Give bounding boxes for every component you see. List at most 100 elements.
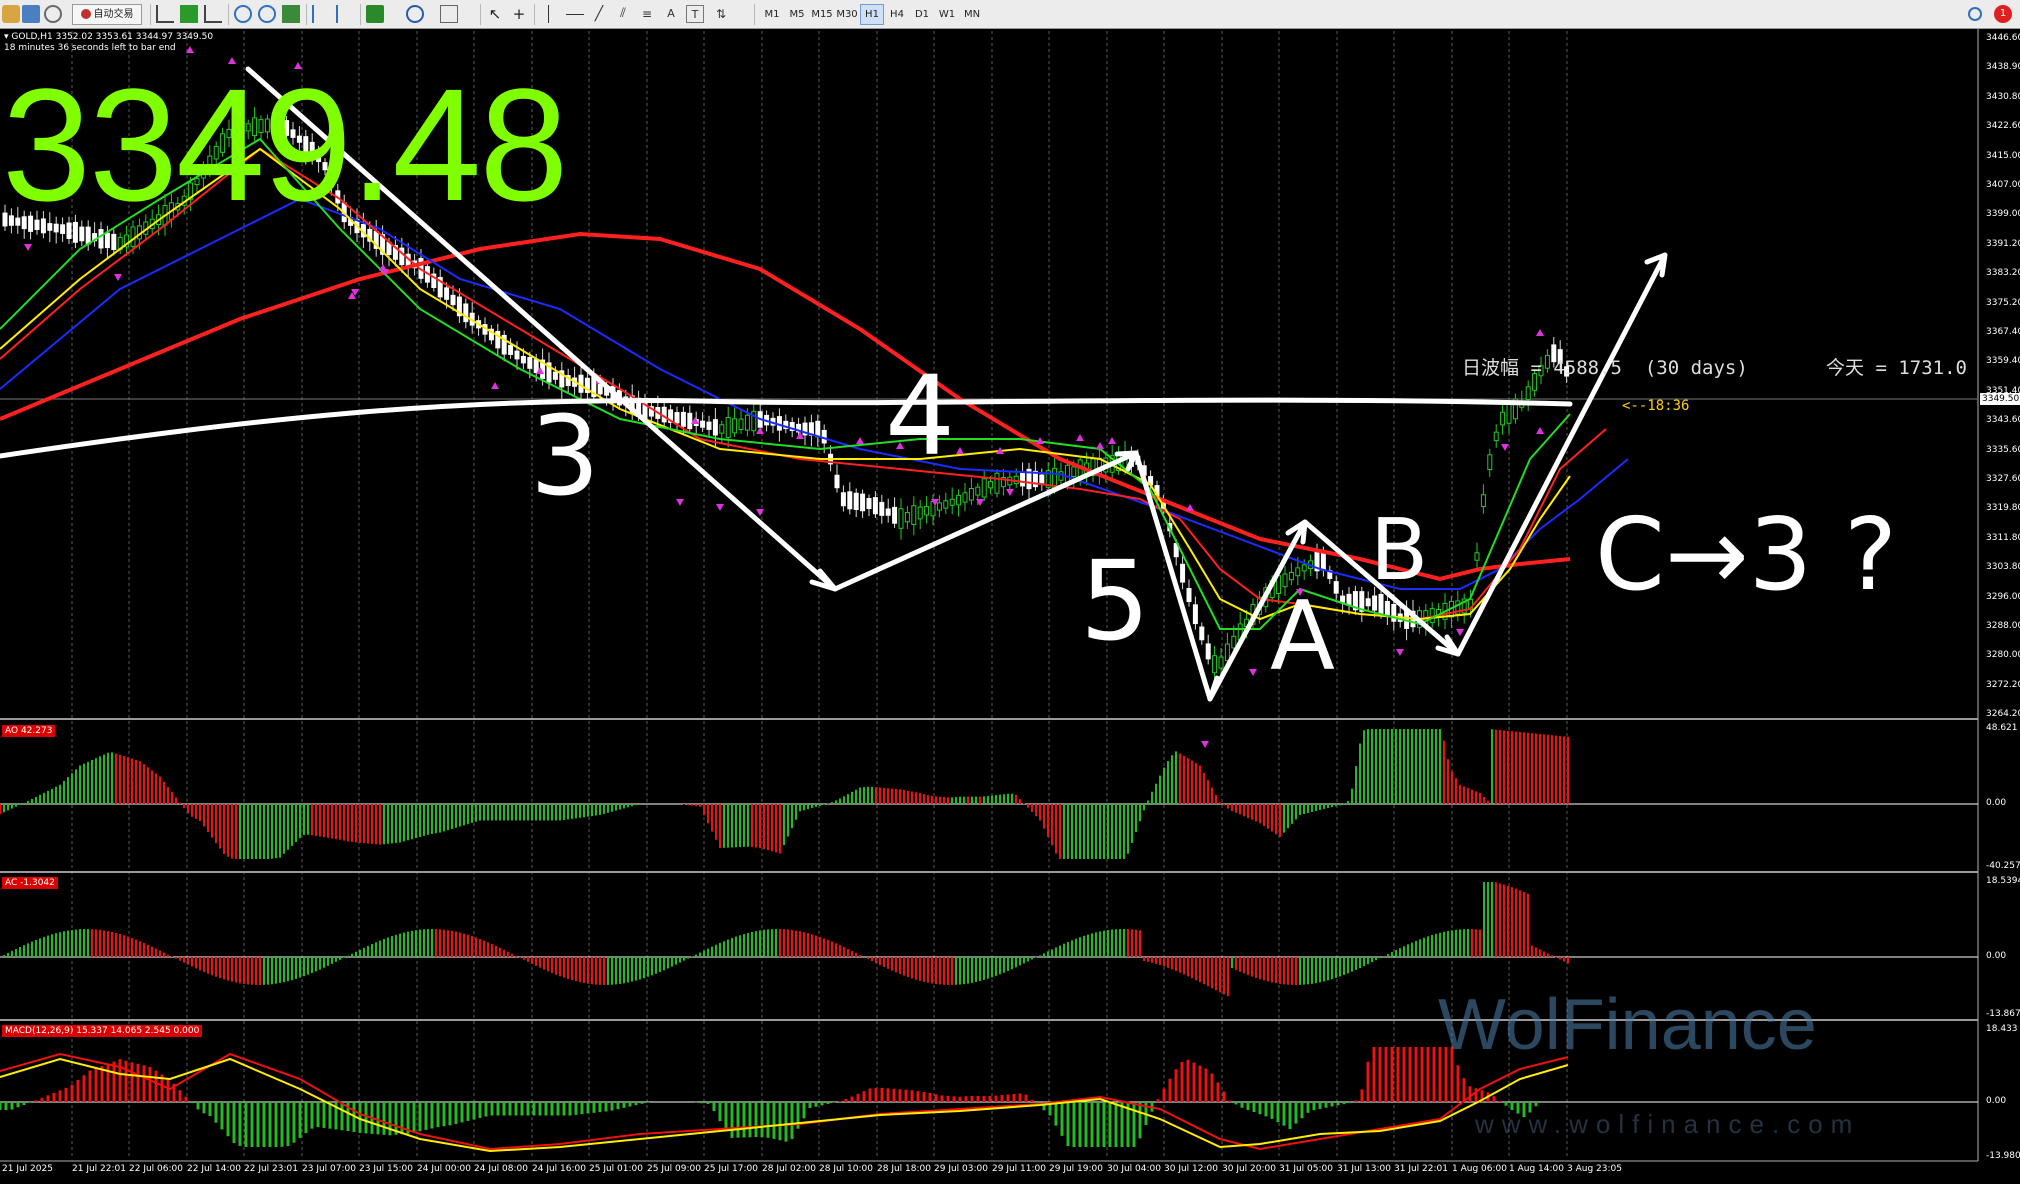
candle-body	[956, 494, 962, 506]
chart-shift-icon[interactable]	[312, 5, 330, 23]
horizontal-line-icon[interactable]	[566, 14, 584, 16]
templates-icon[interactable]	[440, 5, 458, 23]
timeframe-h1-button[interactable]: H1	[860, 4, 884, 25]
macd-indicator-label: MACD(12,26,9) 15.337 14.065 2.545 0.000	[2, 1025, 203, 1037]
arrows-icon[interactable]: ⇅	[712, 5, 730, 23]
macd-axis-label: 0.00	[1986, 1096, 2007, 1106]
timeframe-m15-button[interactable]: M15	[810, 4, 834, 25]
candle-body	[680, 411, 686, 427]
fractal-down-icon	[1501, 444, 1509, 451]
auto-scroll-icon[interactable]	[336, 5, 354, 23]
price-tick-label: 3430.80	[1986, 91, 2020, 102]
candle-body	[949, 498, 955, 506]
candle-body	[994, 472, 1000, 494]
price-tick-label: 3319.80	[1986, 503, 2020, 514]
profiles-icon[interactable]	[22, 5, 40, 23]
fractal-up-icon	[1108, 437, 1116, 444]
wave-3-label: 3	[530, 392, 600, 520]
tile-windows-icon[interactable]	[282, 5, 300, 23]
timeframe-w1-button[interactable]: W1	[935, 4, 959, 25]
time-tick-label: 22 Jul 14:00	[187, 1164, 241, 1174]
bar-chart-icon[interactable]	[156, 5, 174, 23]
candle-body	[661, 406, 667, 423]
time-tick-label: 1 Aug 06:00	[1452, 1164, 1507, 1174]
timeframe-m30-button[interactable]: M30	[835, 4, 859, 25]
timeframe-m1-button[interactable]: M1	[760, 4, 784, 25]
timeframe-h4-button[interactable]: H4	[885, 4, 909, 25]
search-icon[interactable]	[1968, 7, 1982, 21]
candle-body	[892, 506, 898, 524]
vertical-line-icon[interactable]	[548, 5, 550, 23]
fractal-down-icon	[716, 504, 724, 511]
market-watch-icon[interactable]	[44, 5, 62, 23]
fractal-down-icon	[114, 274, 122, 281]
time-tick-label: 24 Jul 16:00	[532, 1164, 586, 1174]
price-tick-label: 3303.80	[1986, 562, 2020, 573]
trendline-icon[interactable]: ╱	[590, 5, 608, 23]
price-tick-label: 3375.20	[1986, 297, 2020, 308]
candle-body	[853, 492, 859, 510]
periods-icon[interactable]	[406, 5, 424, 23]
text-label-icon[interactable]: T	[686, 5, 704, 23]
new-chart-icon[interactable]	[2, 5, 20, 23]
time-tick-label: 28 Jul 02:00	[762, 1164, 816, 1174]
time-tick-label: 22 Jul 23:01	[244, 1164, 298, 1174]
fractal-down-icon	[1201, 741, 1209, 748]
candle-body	[508, 344, 514, 355]
fractal-down-icon	[676, 499, 684, 506]
ac-indicator-label: AC -1.3042	[2, 877, 58, 889]
candle-body	[1320, 552, 1326, 571]
candle-body	[533, 359, 539, 374]
time-tick-label: 24 Jul 08:00	[474, 1164, 528, 1174]
price-tick-label: 3391.20	[1986, 238, 2020, 249]
time-tick-label: 1 Aug 14:00	[1509, 1164, 1564, 1174]
ac-axis-label: -13.8676	[1986, 1009, 2020, 1019]
time-tick-label: 30 Jul 20:00	[1222, 1164, 1276, 1174]
channel-icon[interactable]: ⫽	[614, 5, 632, 23]
candle-body	[821, 429, 827, 444]
crosshair-icon[interactable]: +	[510, 5, 528, 23]
candle-body	[1288, 571, 1294, 581]
time-tick-label: 21 Jul 2025	[2, 1164, 53, 1174]
symbol-line: GOLD,H1 3352.02 3353.61 3344.97 3349.50	[11, 32, 214, 42]
time-tick-label: 25 Jul 01:00	[589, 1164, 643, 1174]
candle-body	[924, 506, 930, 516]
candle-body	[1039, 474, 1045, 484]
fractal-up-icon	[856, 437, 864, 444]
chart-area[interactable]: 3 4 5 A B C→3 ? ▾ GOLD,H1 3352.02 3353.61 334…	[0, 29, 2020, 1184]
line-chart-icon[interactable]	[204, 5, 222, 23]
time-tick-label: 23 Jul 07:00	[302, 1164, 356, 1174]
candlestick-icon[interactable]	[180, 5, 198, 23]
timeframe-m5-button[interactable]: M5	[785, 4, 809, 25]
candle-body	[1231, 635, 1237, 649]
zoom-out-icon[interactable]	[258, 5, 276, 23]
fibonacci-icon[interactable]: ≡	[638, 5, 656, 23]
autotrading-button[interactable]: 自动交易	[72, 4, 142, 25]
indicators-icon[interactable]	[366, 5, 384, 23]
timeframe-mn-button[interactable]: MN	[960, 4, 984, 25]
timeframe-d1-button[interactable]: D1	[910, 4, 934, 25]
candle-body	[738, 418, 744, 430]
candle-body	[1199, 626, 1205, 641]
symbol-info: ▾ GOLD,H1 3352.02 3353.61 3344.97 3349.5…	[4, 32, 213, 42]
text-tool-icon[interactable]: A	[662, 5, 680, 23]
candle-body	[943, 500, 949, 509]
time-tick-label: 31 Jul 05:00	[1279, 1164, 1333, 1174]
fractal-up-icon	[1536, 427, 1544, 434]
fractal-up-icon	[1186, 504, 1194, 511]
ao-indicator-label: AO 42.273	[2, 725, 56, 737]
candle-body	[1474, 552, 1480, 561]
autotrading-icon	[80, 9, 91, 19]
cursor-icon[interactable]: ↖	[486, 5, 504, 23]
price-tick-label: 3296.00	[1986, 591, 2020, 602]
notification-icon[interactable]: 1	[1994, 5, 2012, 23]
candle-body	[674, 412, 680, 424]
candle-body	[847, 491, 853, 510]
notification-count: 1	[1999, 8, 2007, 19]
time-tick-label: 23 Jul 15:00	[359, 1164, 413, 1174]
zoom-in-icon[interactable]	[234, 5, 252, 23]
time-tick-label: 28 Jul 18:00	[877, 1164, 931, 1174]
fractal-down-icon	[1396, 649, 1404, 656]
candle-body	[981, 478, 987, 498]
candle-body	[840, 492, 846, 507]
